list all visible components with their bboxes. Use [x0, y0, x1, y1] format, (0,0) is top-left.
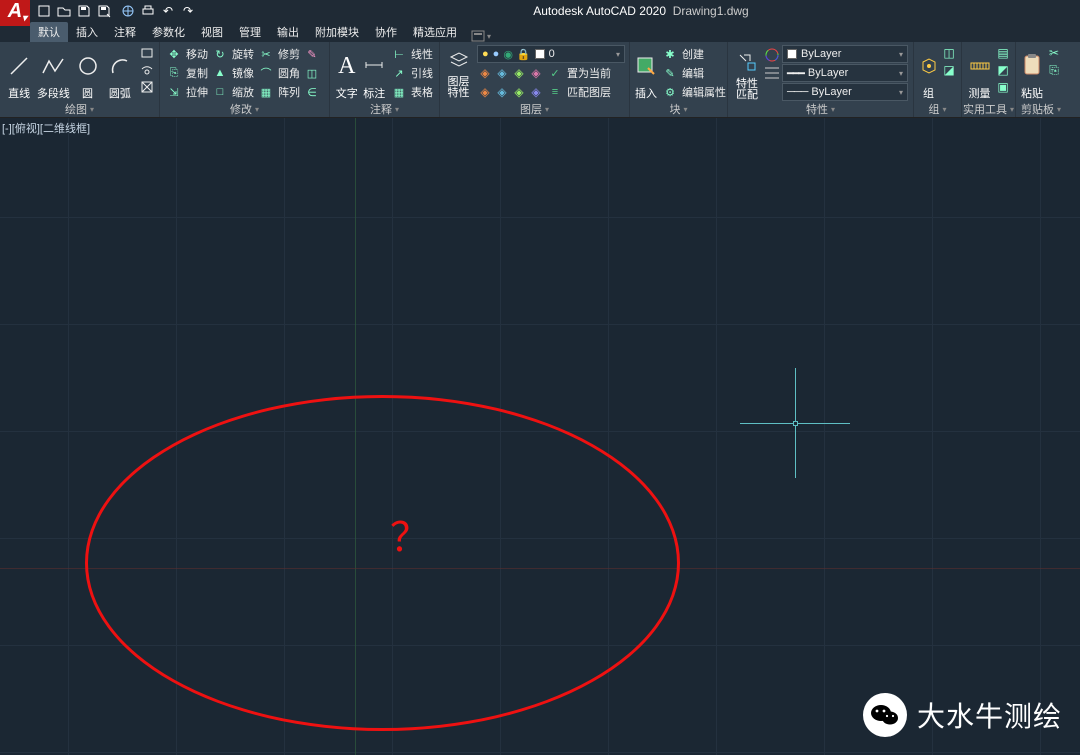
panel-title-props[interactable]: 特性▾	[728, 101, 913, 117]
tab-annotate[interactable]: 注释	[106, 22, 144, 42]
table-button[interactable]: ▦表格	[389, 83, 435, 101]
window-title: Autodesk AutoCAD 2020 Drawing1.dwg	[202, 4, 1080, 18]
undo-icon[interactable]: ↶	[158, 1, 178, 21]
drawing-canvas[interactable]: [-][俯视][二维线框] ？ 大水牛测绘	[0, 118, 1080, 755]
panel-title-draw[interactable]: 绘图▾	[0, 101, 159, 117]
lineweight-combo[interactable]: ━━━ByLayer▾	[782, 64, 908, 82]
edit-block-button[interactable]: ✎编辑	[660, 64, 728, 82]
annotation-ellipse	[85, 395, 680, 731]
trim-button[interactable]: ✂修剪	[256, 45, 302, 63]
set-current-button[interactable]: ✓置为当前	[545, 64, 613, 82]
panel-title-clip[interactable]: 剪贴板▾	[1016, 101, 1066, 117]
annotation-question-mark: ？	[390, 505, 430, 563]
linear-dim-button[interactable]: ⊢线性	[389, 45, 435, 63]
tab-manage[interactable]: 管理	[231, 22, 269, 42]
match-layer-button[interactable]: ≡匹配图层	[545, 83, 613, 101]
panel-title-groups[interactable]: 组▾	[914, 101, 961, 117]
wechat-icon	[863, 693, 907, 737]
scale-button[interactable]: □缩放	[210, 83, 256, 101]
panel-title-annot[interactable]: 注释▾	[330, 101, 439, 117]
layer-on-icon[interactable]: ◈	[494, 84, 510, 100]
tab-more-icon[interactable]: ▾	[471, 30, 491, 42]
panel-title-modify[interactable]: 修改▾	[160, 101, 329, 117]
calc-icon[interactable]: ▤	[995, 45, 1011, 61]
fillet-button[interactable]: ⌒圆角	[256, 64, 302, 82]
tab-output[interactable]: 输出	[269, 22, 307, 42]
saveas-icon[interactable]	[94, 1, 114, 21]
layer-combo[interactable]: ●●◉🔒 0▾	[477, 45, 625, 63]
layer-unlock-icon[interactable]: ◈	[528, 84, 544, 100]
select-icon[interactable]: ◩	[995, 62, 1011, 78]
new-icon[interactable]	[34, 1, 54, 21]
tab-default[interactable]: 默认	[30, 22, 68, 42]
tab-addins[interactable]: 附加模块	[307, 22, 367, 42]
app-logo[interactable]: A▾	[0, 0, 30, 26]
qselect-icon[interactable]: ▣	[995, 79, 1011, 95]
panel-title-utils[interactable]: 实用工具▾	[962, 101, 1015, 117]
rectangle-icon[interactable]	[139, 45, 155, 61]
ribbon-tabs: 默认 插入 注释 参数化 视图 管理 输出 附加模块 协作 精选应用 ▾	[0, 22, 1080, 42]
linetype-combo[interactable]: ───ByLayer▾	[782, 83, 908, 101]
arc-button[interactable]: 圆弧	[105, 45, 135, 101]
offset-icon[interactable]: ∈	[302, 83, 322, 101]
stretch-button[interactable]: ⇲拉伸	[164, 83, 210, 101]
viewport-label[interactable]: [-][俯视][二维线框]	[2, 120, 90, 136]
color-combo[interactable]: ByLayer▾	[782, 45, 908, 63]
watermark: 大水牛测绘	[863, 693, 1062, 737]
redo-icon[interactable]: ↷	[178, 1, 198, 21]
array-button[interactable]: ▦阵列	[256, 83, 302, 101]
layer-properties-button[interactable]: 图层特性	[444, 45, 473, 99]
ungroup-icon[interactable]: ◫	[941, 45, 957, 61]
layer-thaw-icon[interactable]: ◈	[511, 84, 527, 100]
insert-block-button[interactable]: 插入	[634, 45, 658, 101]
edit-attr-button[interactable]: ⚙编辑属性	[660, 83, 728, 101]
tab-parametric[interactable]: 参数化	[144, 22, 193, 42]
move-button[interactable]: ✥移动	[164, 45, 210, 63]
hatch-icon[interactable]	[139, 62, 155, 78]
rotate-button[interactable]: ↻旋转	[210, 45, 256, 63]
line-button[interactable]: 直线	[4, 45, 34, 101]
color-wheel-icon[interactable]	[764, 46, 780, 64]
erase-icon[interactable]: ✎	[302, 45, 322, 63]
explode-icon[interactable]: ◫	[302, 64, 322, 82]
mirror-button[interactable]: ▲镜像	[210, 64, 256, 82]
layer-off-icon[interactable]: ◈	[477, 84, 493, 100]
measure-button[interactable]: 测量	[966, 45, 993, 101]
layer-freeze-icon[interactable]: ◈	[511, 65, 527, 81]
text-button[interactable]: A 文字	[334, 45, 360, 101]
group-button[interactable]: 组	[918, 45, 939, 101]
circle-button[interactable]: 圆	[72, 45, 102, 101]
paste-button[interactable]: 粘贴	[1020, 45, 1044, 101]
tab-featured[interactable]: 精选应用	[405, 22, 465, 42]
layer-lock-icon[interactable]: ◈	[528, 65, 544, 81]
ellipse-icon[interactable]	[139, 79, 155, 95]
panel-title-blocks[interactable]: 块▾	[630, 101, 727, 117]
save-icon[interactable]	[74, 1, 94, 21]
match-properties-button[interactable]: 特性匹配	[732, 45, 762, 101]
layer-iso-icon[interactable]: ◈	[494, 65, 510, 81]
copy-clip-icon[interactable]: ⎘	[1046, 62, 1062, 78]
dimension-button[interactable]: 标注	[362, 45, 388, 101]
tab-collab[interactable]: 协作	[367, 22, 405, 42]
polyline-button[interactable]: 多段线	[36, 45, 70, 101]
leader-button[interactable]: ↗引线	[389, 64, 435, 82]
tab-insert[interactable]: 插入	[68, 22, 106, 42]
web-icon[interactable]	[118, 1, 138, 21]
create-block-button[interactable]: ✱创建	[660, 45, 728, 63]
open-icon[interactable]	[54, 1, 74, 21]
props-list-icon[interactable]	[764, 65, 780, 81]
panel-title-layers[interactable]: 图层▾	[440, 101, 629, 117]
ribbon: 直线 多段线 圆 圆弧 绘图▾	[0, 42, 1080, 118]
copy-button[interactable]: ⎘复制	[164, 64, 210, 82]
tab-view[interactable]: 视图	[193, 22, 231, 42]
crosshair-pickbox	[793, 421, 798, 426]
cut-icon[interactable]: ✂	[1046, 45, 1062, 61]
layer-all-icon[interactable]: ◈	[477, 65, 493, 81]
group-edit-icon[interactable]: ◪	[941, 62, 957, 78]
plot-icon[interactable]	[138, 1, 158, 21]
